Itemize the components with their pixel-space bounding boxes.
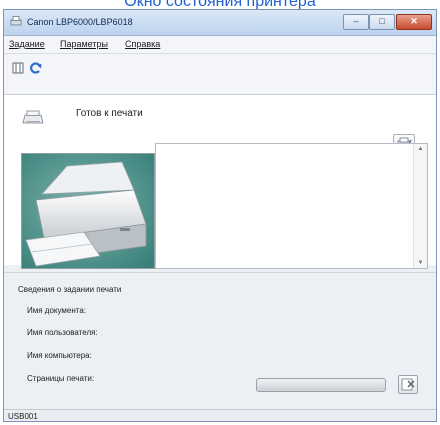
cancel-job-icon: [401, 378, 415, 391]
menu-bar: Задание Параметры Справка: [4, 36, 436, 54]
printer-status-window: Canon LBP6000/LBP6018 – □ ✕ Задание Пара…: [3, 9, 437, 422]
printer-image: [21, 153, 155, 269]
status-message-box[interactable]: ▲ ▼: [155, 143, 428, 269]
job-info-title: Сведения о задании печати: [18, 285, 122, 294]
menu-item-job[interactable]: Задание: [9, 39, 45, 49]
toolbar: [4, 54, 436, 95]
maximize-icon: □: [379, 16, 385, 26]
print-progress-bar: [256, 378, 386, 392]
printer-app-icon: [10, 16, 22, 26]
scroll-down-icon[interactable]: ▼: [414, 260, 427, 266]
computer-name-label: Имя компьютера:: [27, 351, 92, 360]
maximize-button[interactable]: □: [369, 14, 395, 30]
queue-icon[interactable]: [11, 61, 25, 75]
close-button[interactable]: ✕: [396, 14, 432, 30]
printer-illustration: [22, 154, 154, 268]
status-panel: Готов к печати ▲ ▼: [4, 95, 436, 269]
status-bar: USB001: [4, 409, 436, 421]
printer-icon: [22, 110, 44, 124]
port-name: USB001: [8, 412, 38, 421]
message-scrollbar[interactable]: ▲ ▼: [413, 144, 427, 268]
window-title: Canon LBP6000/LBP6018: [27, 17, 133, 27]
minimize-button[interactable]: –: [343, 14, 369, 30]
minimize-icon: –: [353, 16, 359, 26]
title-bar[interactable]: Canon LBP6000/LBP6018 – □ ✕: [4, 10, 436, 36]
refresh-icon[interactable]: [29, 61, 43, 75]
document-name-label: Имя документа:: [27, 306, 87, 315]
close-icon: ✕: [410, 16, 418, 26]
job-info-panel: Сведения о задании печати Имя документа:…: [4, 273, 436, 409]
user-name-label: Имя пользователя:: [27, 328, 98, 337]
pages-printed-label: Страницы печати:: [27, 374, 95, 383]
scroll-up-icon[interactable]: ▲: [414, 146, 427, 152]
printer-status-text: Готов к печати: [76, 108, 143, 119]
menu-item-options[interactable]: Параметры: [60, 39, 108, 49]
cancel-job-button[interactable]: [398, 375, 418, 394]
menu-item-help[interactable]: Справка: [125, 39, 160, 49]
